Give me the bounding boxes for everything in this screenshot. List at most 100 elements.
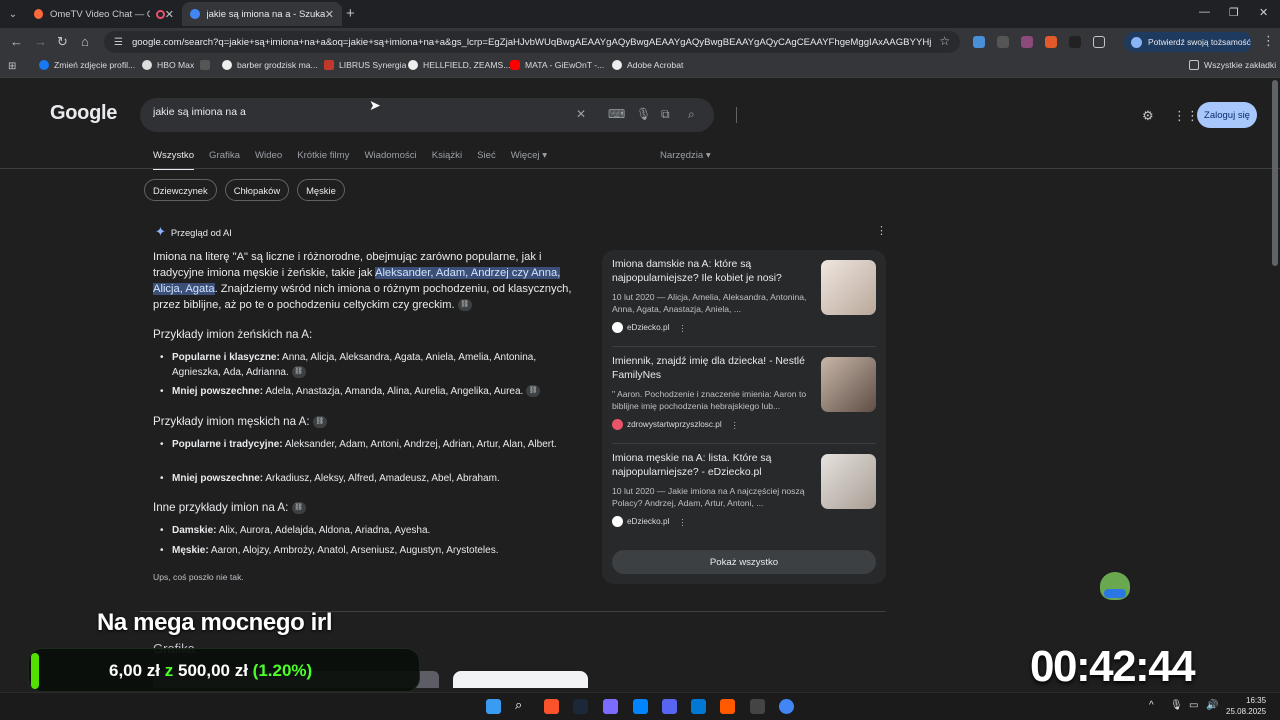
site-info-icon[interactable]: ☰: [114, 37, 123, 48]
bookmark-label: Zmień zdjęcie profil...: [54, 60, 136, 70]
tab-news[interactable]: Wiadomości: [364, 150, 416, 170]
source-title[interactable]: Imiona damskie na A: które są najpopular…: [612, 258, 814, 285]
all-bookmarks-folder[interactable]: Wszystkie zakładki: [1189, 60, 1276, 70]
image-thumbnail[interactable]: [453, 671, 588, 688]
verify-identity-button[interactable]: Potwierdź swoją tożsamość: [1124, 32, 1252, 52]
steam-icon[interactable]: [573, 699, 588, 714]
tab-more[interactable]: Więcej ▾: [511, 150, 547, 170]
extension-icon[interactable]: [973, 36, 985, 48]
link-icon[interactable]: ⛓: [457, 299, 472, 312]
tab-web[interactable]: Sieć: [477, 150, 496, 170]
clear-search-icon[interactable]: ✕: [576, 107, 586, 121]
source-card[interactable]: Imiona damskie na A: które są najpopular…: [612, 250, 876, 336]
apps-grid-icon[interactable]: ⊞: [8, 61, 16, 72]
tab-images[interactable]: Grafika: [209, 150, 240, 170]
address-bar[interactable]: ☰ google.com/search?q=jakie+są+imiona+na…: [104, 31, 960, 53]
forward-icon[interactable]: →: [34, 34, 47, 49]
camera-lens-icon[interactable]: ⧉: [661, 107, 670, 122]
network-icon[interactable]: ▭: [1189, 700, 1198, 711]
source-title[interactable]: Imiona męskie na A: lista. Które są najp…: [612, 452, 814, 479]
tab-search-button[interactable]: ⌄: [4, 5, 22, 23]
link-icon[interactable]: ⛓: [291, 365, 306, 378]
bookmark-item[interactable]: Zmień zdjęcie profil...: [39, 60, 135, 70]
microphone-tray-icon[interactable]: 🎙: [1170, 700, 1183, 711]
source-thumbnail[interactable]: [821, 357, 876, 412]
item-text: Arkadiusz, Aleksy, Alfred, Amadeusz, Abe…: [263, 473, 500, 484]
source-thumbnail[interactable]: [821, 260, 876, 315]
bookmark-item[interactable]: MATA - GiEwOnT -...: [510, 60, 604, 70]
search-box[interactable]: ✕ ⌨ 🎙 ⧉ ⌕: [140, 98, 737, 132]
close-tab-icon[interactable]: ✕: [165, 8, 174, 21]
microphone-icon[interactable]: 🎙: [636, 107, 651, 121]
recording-icon: [156, 9, 165, 19]
extensions-puzzle-icon[interactable]: [1093, 36, 1105, 48]
pepe-emote-icon: [1100, 572, 1130, 600]
minimize-icon[interactable]: —: [1199, 6, 1210, 18]
bookmark-star-icon[interactable]: ☆: [939, 34, 950, 48]
link-icon[interactable]: ⛓: [312, 415, 327, 428]
link-icon[interactable]: ⛓: [291, 501, 306, 514]
bookmark-item[interactable]: HBO Max: [142, 60, 194, 70]
maximize-icon[interactable]: ❐: [1229, 6, 1239, 19]
signin-button[interactable]: Zaloguj się: [1197, 102, 1257, 128]
source-card[interactable]: Imiennik, znajdź imię dla dziecka! - Nes…: [612, 347, 876, 433]
brave-icon[interactable]: [544, 699, 559, 714]
keyboard-icon[interactable]: ⌨: [608, 107, 625, 121]
chip-male[interactable]: Męskie: [297, 179, 345, 201]
search-input[interactable]: [153, 106, 573, 118]
close-tab-icon[interactable]: ✕: [325, 8, 334, 21]
tab-books[interactable]: Książki: [432, 150, 462, 170]
copilot-icon[interactable]: [603, 699, 618, 714]
windows-start-icon[interactable]: [486, 699, 501, 714]
chip-boys[interactable]: Chłopaków: [224, 179, 290, 201]
system-clock[interactable]: 16:35 25.08.2025: [1226, 695, 1266, 717]
google-apps-icon[interactable]: ⋮⋮: [1173, 108, 1199, 124]
google-logo[interactable]: Google: [50, 102, 117, 125]
obs-icon[interactable]: [750, 699, 765, 714]
tab-all[interactable]: Wszystko: [153, 150, 195, 170]
bookmark-item[interactable]: Adobe Acrobat: [612, 60, 683, 70]
reload-icon[interactable]: ↻: [57, 34, 68, 50]
extension-icon[interactable]: [1021, 36, 1033, 48]
settings-gear-icon[interactable]: ⚙: [1142, 108, 1154, 124]
new-tab-icon[interactable]: +: [346, 5, 355, 22]
bookmark-item[interactable]: barber grodzisk ma...: [222, 60, 318, 70]
chip-girls[interactable]: Dziewczynek: [144, 179, 217, 201]
tray-chevron-icon[interactable]: ^: [1149, 700, 1154, 711]
app-icon[interactable]: [720, 699, 735, 714]
store-icon[interactable]: [691, 699, 706, 714]
source-thumbnail[interactable]: [821, 454, 876, 509]
chrome-icon[interactable]: [779, 699, 794, 714]
extension-icon[interactable]: [1069, 36, 1081, 48]
back-icon[interactable]: ←: [10, 34, 23, 49]
bookmark-label: HELLFIELD, ZEAMS...: [423, 60, 511, 70]
show-all-button[interactable]: Pokaż wszystko: [612, 550, 876, 574]
page-scrollbar[interactable]: [1272, 80, 1278, 266]
messenger-icon[interactable]: [633, 699, 648, 714]
source-card[interactable]: Imiona męskie na A: lista. Które są najp…: [612, 444, 876, 530]
ai-overview-menu-icon[interactable]: ⋮: [876, 224, 887, 237]
bookmark-item[interactable]: LIBRUS Synergia: [324, 60, 406, 70]
discord-icon[interactable]: [662, 699, 677, 714]
tools-button[interactable]: Narzędzia ▾: [660, 150, 711, 161]
browser-menu-icon[interactable]: ⋮: [1262, 33, 1275, 49]
search-icon[interactable]: ⌕: [515, 697, 530, 712]
more-options-icon[interactable]: ⋮: [678, 323, 686, 333]
more-options-icon[interactable]: ⋮: [731, 420, 739, 430]
bookmark-item[interactable]: HELLFIELD, ZEAMS...: [408, 60, 510, 70]
tab-video[interactable]: Wideo: [255, 150, 282, 170]
source-snippet: 10 lut 2020 — Alicja, Amelia, Aleksandra…: [612, 292, 807, 314]
search-icon[interactable]: ⌕: [688, 107, 695, 122]
home-icon[interactable]: ⌂: [81, 34, 89, 49]
extension-icon[interactable]: [997, 36, 1009, 48]
extension-icon[interactable]: [1045, 36, 1057, 48]
tab-google-search[interactable]: jakie są imiona na a - Szukaj w ✕: [182, 2, 342, 26]
source-title[interactable]: Imiennik, znajdź imię dla dziecka! - Nes…: [612, 355, 814, 382]
volume-icon[interactable]: 🔊: [1206, 700, 1218, 711]
more-options-icon[interactable]: ⋮: [678, 517, 686, 527]
tab-short-videos[interactable]: Krótkie filmy: [297, 150, 349, 170]
close-window-icon[interactable]: ✕: [1259, 6, 1268, 19]
url-text[interactable]: google.com/search?q=jakie+są+imiona+na+a…: [132, 37, 932, 48]
link-icon[interactable]: ⛓: [526, 385, 541, 398]
tab-ometv[interactable]: OmeTV Video Chat — Ome ✕: [26, 2, 182, 26]
